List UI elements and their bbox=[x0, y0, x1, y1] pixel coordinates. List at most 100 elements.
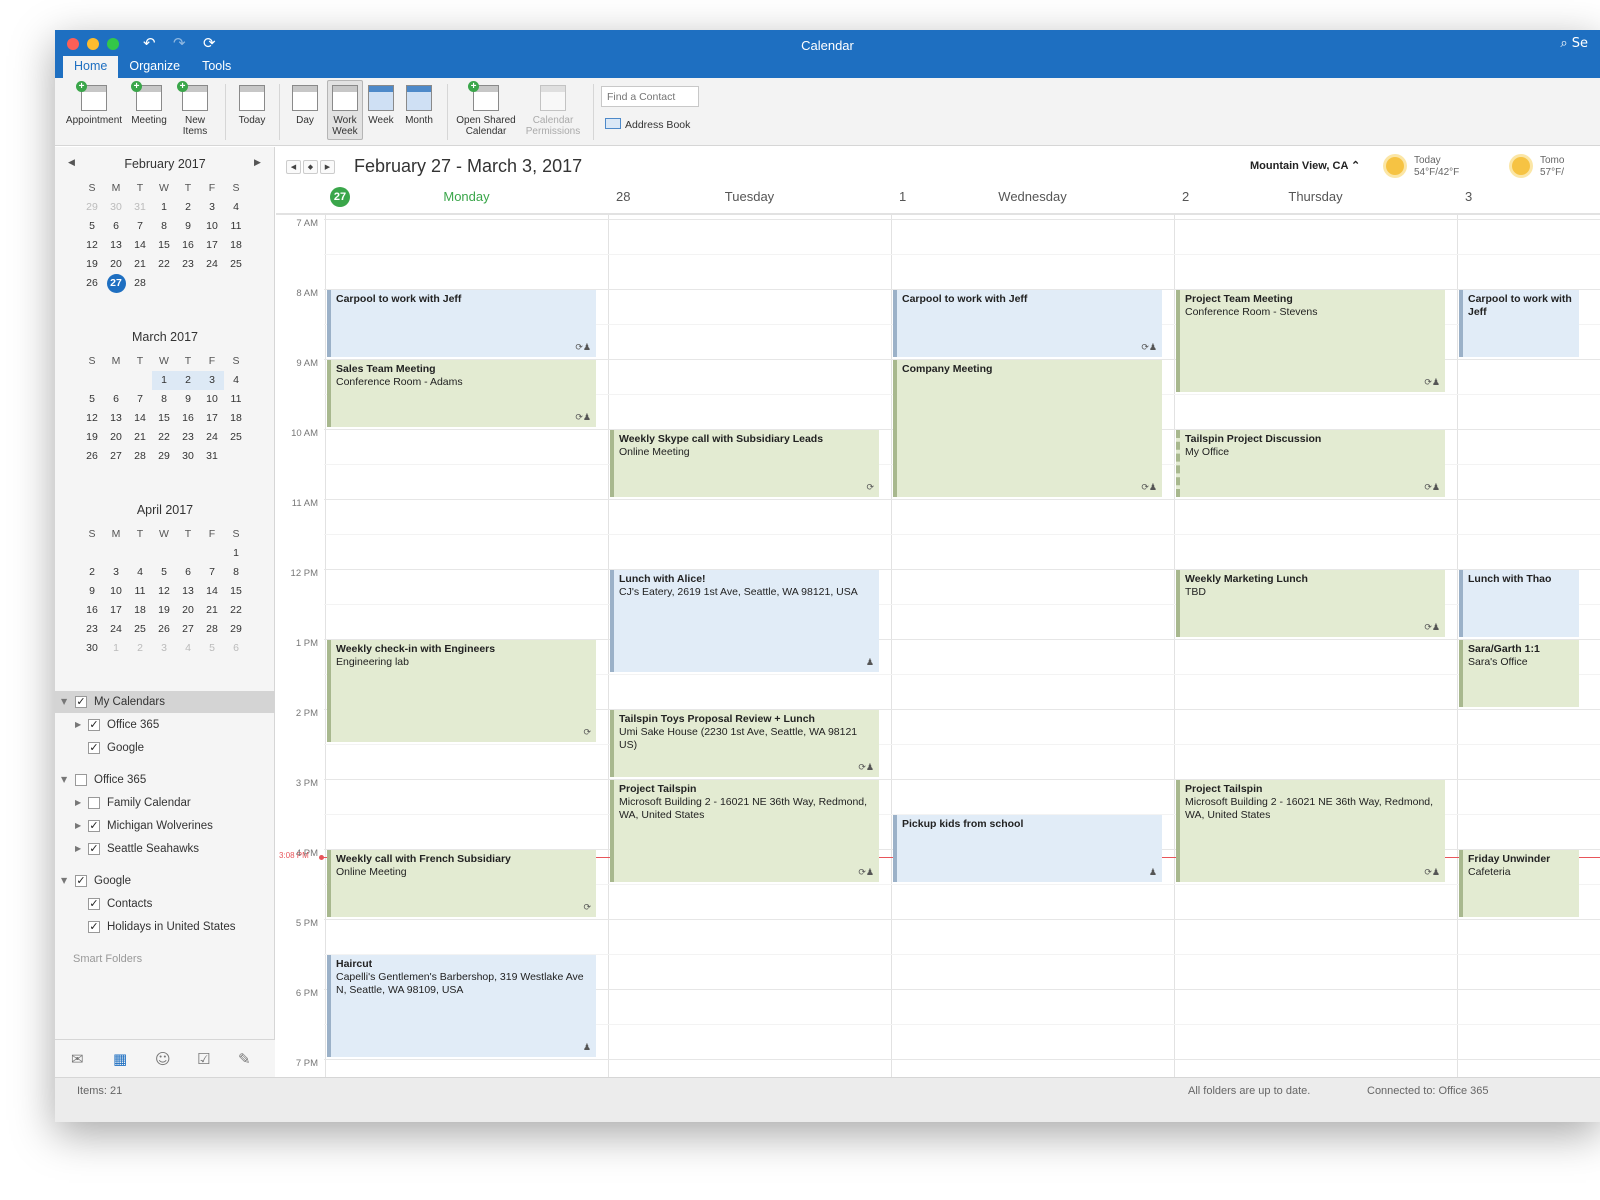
work-week-view-button[interactable]: Work Week bbox=[325, 82, 365, 137]
calendar-day[interactable]: 31 bbox=[128, 198, 152, 217]
calendar-day[interactable]: 31 bbox=[200, 447, 224, 466]
calendar-day[interactable]: 22 bbox=[152, 428, 176, 447]
calendar-day[interactable]: 18 bbox=[224, 409, 248, 428]
calendar-day[interactable]: 2 bbox=[128, 639, 152, 658]
checkbox-seahawks[interactable]: ✓ bbox=[88, 843, 100, 855]
calendar-day[interactable]: 13 bbox=[104, 236, 128, 255]
find-contact-input[interactable] bbox=[601, 86, 699, 107]
today-button[interactable]: Today bbox=[231, 82, 273, 126]
calendar-day[interactable]: 20 bbox=[176, 601, 200, 620]
checkbox-my-calendars[interactable]: ✓ bbox=[75, 696, 87, 708]
calendar-day[interactable]: 23 bbox=[176, 428, 200, 447]
calendar-day[interactable]: 28 bbox=[200, 620, 224, 639]
calendar-day[interactable]: 2 bbox=[176, 371, 200, 390]
calendar-day[interactable]: 5 bbox=[200, 639, 224, 658]
calendar-group-google[interactable]: ▼ ✓ Google bbox=[55, 870, 275, 892]
calendar-day[interactable]: 25 bbox=[224, 255, 248, 274]
calendar-item-michigan[interactable]: ▶ ✓ Michigan Wolverines bbox=[55, 815, 275, 837]
next-week-icon[interactable]: ▶ bbox=[320, 160, 335, 174]
calendar-day[interactable]: 13 bbox=[176, 582, 200, 601]
calendar-event[interactable]: Project Tailspin Microsoft Building 2 - 1… bbox=[610, 780, 879, 882]
calendar-day[interactable]: 16 bbox=[176, 409, 200, 428]
calendar-day[interactable]: 30 bbox=[104, 198, 128, 217]
calendar-day[interactable]: 15 bbox=[152, 236, 176, 255]
disclosure-triangle-icon[interactable]: ▶ bbox=[75, 714, 81, 736]
calendar-day[interactable]: 7 bbox=[200, 563, 224, 582]
calendar-day[interactable]: 18 bbox=[224, 236, 248, 255]
calendar-day[interactable]: 11 bbox=[224, 217, 248, 236]
calendar-event[interactable]: Carpool to work with Jeff ⟳♟ bbox=[327, 290, 596, 357]
new-appointment-button[interactable]: + Appointment bbox=[61, 81, 127, 126]
calendar-group-office365[interactable]: ▼ Office 365 bbox=[55, 769, 275, 791]
search-field[interactable]: Se bbox=[1572, 36, 1588, 51]
calendar-day[interactable]: 17 bbox=[200, 236, 224, 255]
calendar-event[interactable]: Tailspin Project Discussion My Office ⟳♟ bbox=[1176, 430, 1445, 497]
calendar-item-google[interactable]: ✓ Google bbox=[55, 737, 275, 759]
calendar-event[interactable]: Weekly call with French Subsidiary Online… bbox=[327, 850, 596, 917]
calendar-day[interactable]: 4 bbox=[128, 563, 152, 582]
calendar-event[interactable]: Company Meeting ⟳♟ bbox=[893, 360, 1162, 497]
new-items-button[interactable]: + New Items bbox=[173, 81, 217, 137]
calendar-day[interactable]: 7 bbox=[128, 390, 152, 409]
calendar-day[interactable]: 15 bbox=[152, 409, 176, 428]
new-meeting-button[interactable]: + Meeting bbox=[127, 81, 171, 126]
calendar-icon[interactable]: ▦ bbox=[113, 1050, 127, 1068]
checkbox-family[interactable] bbox=[88, 797, 100, 809]
checkbox-office365[interactable]: ✓ bbox=[88, 719, 100, 731]
calendar-day[interactable]: 10 bbox=[200, 390, 224, 409]
calendar-day[interactable]: 9 bbox=[176, 390, 200, 409]
calendar-day[interactable]: 24 bbox=[200, 255, 224, 274]
calendar-day[interactable]: 9 bbox=[80, 582, 104, 601]
calendar-event[interactable]: Pickup kids from school ♟ bbox=[893, 815, 1162, 882]
tab-home[interactable]: Home bbox=[63, 56, 119, 78]
calendar-day[interactable]: 29 bbox=[80, 198, 104, 217]
day-header-friday[interactable]: 3 bbox=[1457, 187, 1600, 209]
calendar-day[interactable]: 3 bbox=[200, 371, 224, 390]
day-header-thursday[interactable]: 2 Thursday bbox=[1174, 187, 1457, 209]
calendar-event[interactable]: Carpool to work with Jeff bbox=[1459, 290, 1579, 357]
calendar-day[interactable]: 2 bbox=[80, 563, 104, 582]
calendar-day[interactable]: 3 bbox=[200, 198, 224, 217]
calendar-day[interactable]: 26 bbox=[152, 620, 176, 639]
calendar-item-holidays[interactable]: ✓ Holidays in United States bbox=[55, 916, 275, 938]
calendar-event[interactable]: Tailspin Toys Proposal Review + Lunch Umi… bbox=[610, 710, 879, 777]
calendar-event[interactable]: Lunch with Thao bbox=[1459, 570, 1579, 637]
disclosure-triangle-icon[interactable]: ▼ bbox=[61, 691, 67, 713]
day-header-wednesday[interactable]: 1 Wednesday bbox=[891, 187, 1174, 209]
calendar-day[interactable]: 3 bbox=[104, 563, 128, 582]
calendar-permissions-button[interactable]: Calendar Permissions bbox=[521, 82, 585, 137]
calendar-day[interactable]: 26 bbox=[80, 274, 104, 293]
calendar-event[interactable]: Sara/Garth 1:1 Sara's Office bbox=[1459, 640, 1579, 707]
calendar-day[interactable]: 16 bbox=[80, 601, 104, 620]
smart-folders-label[interactable]: Smart Folders bbox=[73, 953, 142, 965]
calendar-day[interactable]: 30 bbox=[80, 639, 104, 658]
calendar-day[interactable]: 17 bbox=[104, 601, 128, 620]
disclosure-triangle-icon[interactable]: ▶ bbox=[75, 792, 81, 814]
calendar-day[interactable]: 19 bbox=[152, 601, 176, 620]
calendar-day[interactable]: 4 bbox=[224, 371, 248, 390]
prev-week-icon[interactable]: ◀ bbox=[286, 160, 301, 174]
calendar-day[interactable]: 22 bbox=[152, 255, 176, 274]
calendar-day[interactable]: 5 bbox=[80, 217, 104, 236]
notes-icon[interactable]: ✎ bbox=[238, 1050, 251, 1068]
week-view-button[interactable]: Week bbox=[363, 82, 399, 126]
calendar-day[interactable]: 4 bbox=[224, 198, 248, 217]
calendar-event[interactable]: Carpool to work with Jeff ⟳♟ bbox=[893, 290, 1162, 357]
day-header-tuesday[interactable]: 28 Tuesday bbox=[608, 187, 891, 209]
people-icon[interactable]: ☺ bbox=[155, 1050, 171, 1068]
calendar-day[interactable]: 25 bbox=[224, 428, 248, 447]
calendar-day[interactable]: 19 bbox=[80, 255, 104, 274]
calendar-day[interactable]: 24 bbox=[104, 620, 128, 639]
calendar-day[interactable]: 11 bbox=[128, 582, 152, 601]
calendar-day[interactable]: 20 bbox=[104, 428, 128, 447]
calendar-day[interactable]: 12 bbox=[80, 236, 104, 255]
calendar-day[interactable]: 1 bbox=[104, 639, 128, 658]
mail-icon[interactable]: ✉ bbox=[71, 1050, 84, 1068]
calendar-day[interactable]: 18 bbox=[128, 601, 152, 620]
calendar-event[interactable]: Weekly Skype call with Subsidiary Leads O… bbox=[610, 430, 879, 497]
checkbox-google-group[interactable]: ✓ bbox=[75, 875, 87, 887]
calendar-day[interactable]: 30 bbox=[176, 447, 200, 466]
open-shared-calendar-button[interactable]: + Open Shared Calendar bbox=[453, 81, 519, 137]
calendar-item-contacts[interactable]: ✓ Contacts bbox=[55, 893, 275, 915]
calendar-day[interactable]: 13 bbox=[104, 409, 128, 428]
